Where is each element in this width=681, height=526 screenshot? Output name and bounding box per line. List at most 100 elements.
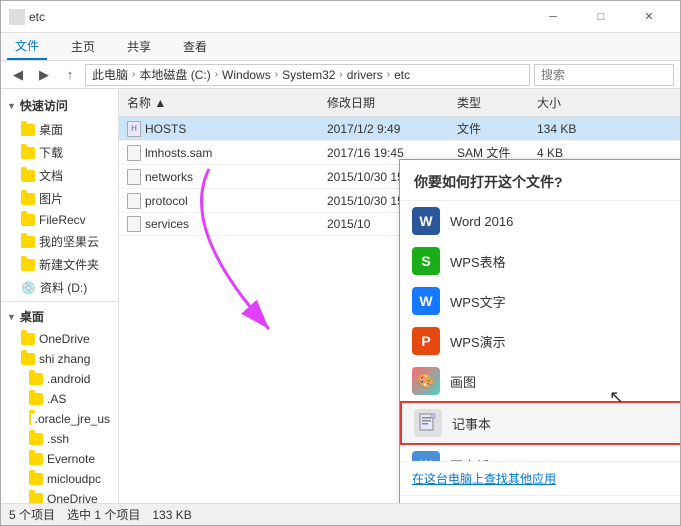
breadcrumb-part: etc bbox=[394, 68, 410, 82]
sidebar-item-micloudpc[interactable]: micloudpc bbox=[1, 469, 118, 489]
window-icon bbox=[9, 9, 25, 25]
folder-icon bbox=[21, 214, 35, 226]
sidebar-item-newfolder[interactable]: 新建文件夹 bbox=[1, 253, 118, 276]
table-row[interactable]: H HOSTS 2017/1/2 9:49 文件 134 KB bbox=[119, 117, 680, 141]
folder-icon bbox=[21, 353, 35, 365]
sidebar-item-drive-d[interactable]: 💿 资料 (D:) bbox=[1, 276, 118, 299]
list-item[interactable]: 🎨 画图 bbox=[400, 361, 680, 401]
col-date[interactable]: 修改日期 bbox=[319, 92, 449, 113]
breadcrumb-part: drivers bbox=[347, 68, 383, 82]
sidebar-item-label: .ssh bbox=[47, 432, 69, 446]
app-name: WPS表格 bbox=[450, 252, 506, 271]
folder-icon bbox=[21, 170, 35, 182]
sidebar-quick-access-label: 快速访问 bbox=[20, 97, 68, 114]
file-name-cell: services bbox=[119, 213, 319, 235]
folder-icon bbox=[21, 124, 35, 136]
sidebar-item-shizhang[interactable]: shi zhang bbox=[1, 349, 118, 369]
list-item-notepad[interactable]: 记事本 bbox=[400, 401, 680, 445]
minimize-button[interactable]: ─ bbox=[530, 1, 576, 33]
window-controls: ─ □ ✕ bbox=[530, 1, 672, 33]
file-type-cell: 文件 bbox=[449, 117, 529, 140]
file-name-cell: H HOSTS bbox=[119, 118, 319, 140]
col-name[interactable]: 名称 ▲ bbox=[119, 92, 319, 113]
list-item[interactable]: P WPS演示 bbox=[400, 321, 680, 361]
sidebar-item-label: OneDrive bbox=[47, 492, 98, 503]
sidebar-item-label: 文档 bbox=[39, 167, 63, 184]
breadcrumb[interactable]: 此电脑 › 本地磁盘 (C:) › Windows › System32 › d… bbox=[85, 64, 530, 86]
sidebar-item-filerecv[interactable]: FileRecv bbox=[1, 210, 118, 230]
list-item[interactable]: W WPS文字 bbox=[400, 281, 680, 321]
tab-file[interactable]: 文件 bbox=[7, 33, 47, 60]
tab-home[interactable]: 主页 bbox=[63, 34, 103, 59]
folder-icon bbox=[29, 393, 43, 405]
status-selected: 选中 1 个项目 bbox=[67, 506, 140, 523]
file-list: 名称 ▲ 修改日期 类型 大小 H HOSTS 2017/1/2 9:49 文件… bbox=[119, 89, 680, 503]
list-item[interactable]: W Word 2016 bbox=[400, 201, 680, 241]
sidebar-item-onedrive2[interactable]: OneDrive bbox=[1, 489, 118, 503]
sidebar-item-label: micloudpc bbox=[47, 472, 101, 486]
maximize-button[interactable]: □ bbox=[578, 1, 624, 33]
file-name-cell: lmhosts.sam bbox=[119, 142, 319, 164]
sidebar-item-onedrive[interactable]: OneDrive bbox=[1, 329, 118, 349]
sidebar-item-desktop[interactable]: 桌面 bbox=[1, 118, 118, 141]
breadcrumb-part: System32 bbox=[282, 68, 335, 82]
back-button[interactable]: ◀ bbox=[7, 64, 29, 86]
folder-icon bbox=[29, 413, 31, 425]
sidebar-item-android[interactable]: .android bbox=[1, 369, 118, 389]
sidebar-item-ssh[interactable]: .ssh bbox=[1, 429, 118, 449]
ribbon: 文件 主页 共享 查看 bbox=[1, 33, 680, 61]
app-icon-word: W bbox=[412, 207, 440, 235]
sidebar-item-downloads[interactable]: 下载 bbox=[1, 141, 118, 164]
close-button[interactable]: ✕ bbox=[626, 1, 672, 33]
search-input[interactable] bbox=[534, 64, 674, 86]
folder-icon bbox=[29, 433, 43, 445]
sidebar-item-label: FileRecv bbox=[39, 213, 86, 227]
sidebar-item-label: .AS bbox=[47, 392, 66, 406]
app-icon-notepad bbox=[414, 409, 442, 437]
app-name: WPS演示 bbox=[450, 332, 506, 351]
list-item[interactable]: W 写字板 bbox=[400, 445, 680, 461]
tab-view[interactable]: 查看 bbox=[175, 34, 215, 59]
open-with-dialog: 你要如何打开这个文件? W Word 2016 S WPS表格 bbox=[399, 159, 680, 503]
sidebar-item-oracle[interactable]: .oracle_jre_us bbox=[1, 409, 118, 429]
list-item[interactable]: S WPS表格 bbox=[400, 241, 680, 281]
dialog-app-list: W Word 2016 S WPS表格 W bbox=[400, 201, 680, 461]
file-icon bbox=[127, 145, 141, 161]
app-name: WPS文字 bbox=[450, 292, 506, 311]
breadcrumb-part: 此电脑 bbox=[92, 66, 128, 83]
folder-icon bbox=[21, 147, 35, 159]
sidebar-item-documents[interactable]: 文档 bbox=[1, 164, 118, 187]
up-button[interactable]: ↑ bbox=[59, 64, 81, 86]
window-title: etc bbox=[29, 10, 526, 24]
chevron-icon: ▼ bbox=[7, 312, 16, 322]
sidebar-item-evernote[interactable]: Evernote bbox=[1, 449, 118, 469]
sidebar-item-as[interactable]: .AS bbox=[1, 389, 118, 409]
address-bar: ◀ ▶ ↑ 此电脑 › 本地磁盘 (C:) › Windows › System… bbox=[1, 61, 680, 89]
app-icon-wps-p: P bbox=[412, 327, 440, 355]
main-area: ▼ 快速访问 桌面 下载 文档 图片 FileRecv bbox=[1, 89, 680, 503]
file-icon bbox=[127, 216, 141, 232]
sidebar-item-label: shi zhang bbox=[39, 352, 90, 366]
col-size[interactable]: 大小 bbox=[529, 92, 589, 113]
folder-icon bbox=[29, 493, 43, 503]
folder-icon bbox=[21, 193, 35, 205]
find-more-apps-link[interactable]: 在这台电脑上查找其他应用 bbox=[400, 461, 680, 495]
col-type[interactable]: 类型 bbox=[449, 92, 529, 113]
sidebar-item-label: .android bbox=[47, 372, 90, 386]
folder-icon bbox=[21, 259, 35, 271]
sidebar-item-jianguoyun[interactable]: 我的坚果云 bbox=[1, 230, 118, 253]
sidebar-item-label: 桌面 bbox=[39, 121, 63, 138]
sidebar-item-pictures[interactable]: 图片 bbox=[1, 187, 118, 210]
status-items-count: 5 个项目 bbox=[9, 506, 55, 523]
file-name-cell: protocol bbox=[119, 190, 319, 212]
sidebar-quick-access[interactable]: ▼ 快速访问 bbox=[1, 93, 118, 118]
sidebar-item-label: 图片 bbox=[39, 190, 63, 207]
forward-button[interactable]: ▶ bbox=[33, 64, 55, 86]
app-name: 画图 bbox=[450, 372, 476, 391]
sidebar-desktop-section[interactable]: ▼ 桌面 bbox=[1, 304, 118, 329]
app-icon-wps-w: W bbox=[412, 287, 440, 315]
sidebar-item-label: .oracle_jre_us bbox=[35, 412, 110, 426]
folder-icon bbox=[21, 236, 35, 248]
tab-share[interactable]: 共享 bbox=[119, 34, 159, 59]
sidebar-item-label: 下载 bbox=[39, 144, 63, 161]
